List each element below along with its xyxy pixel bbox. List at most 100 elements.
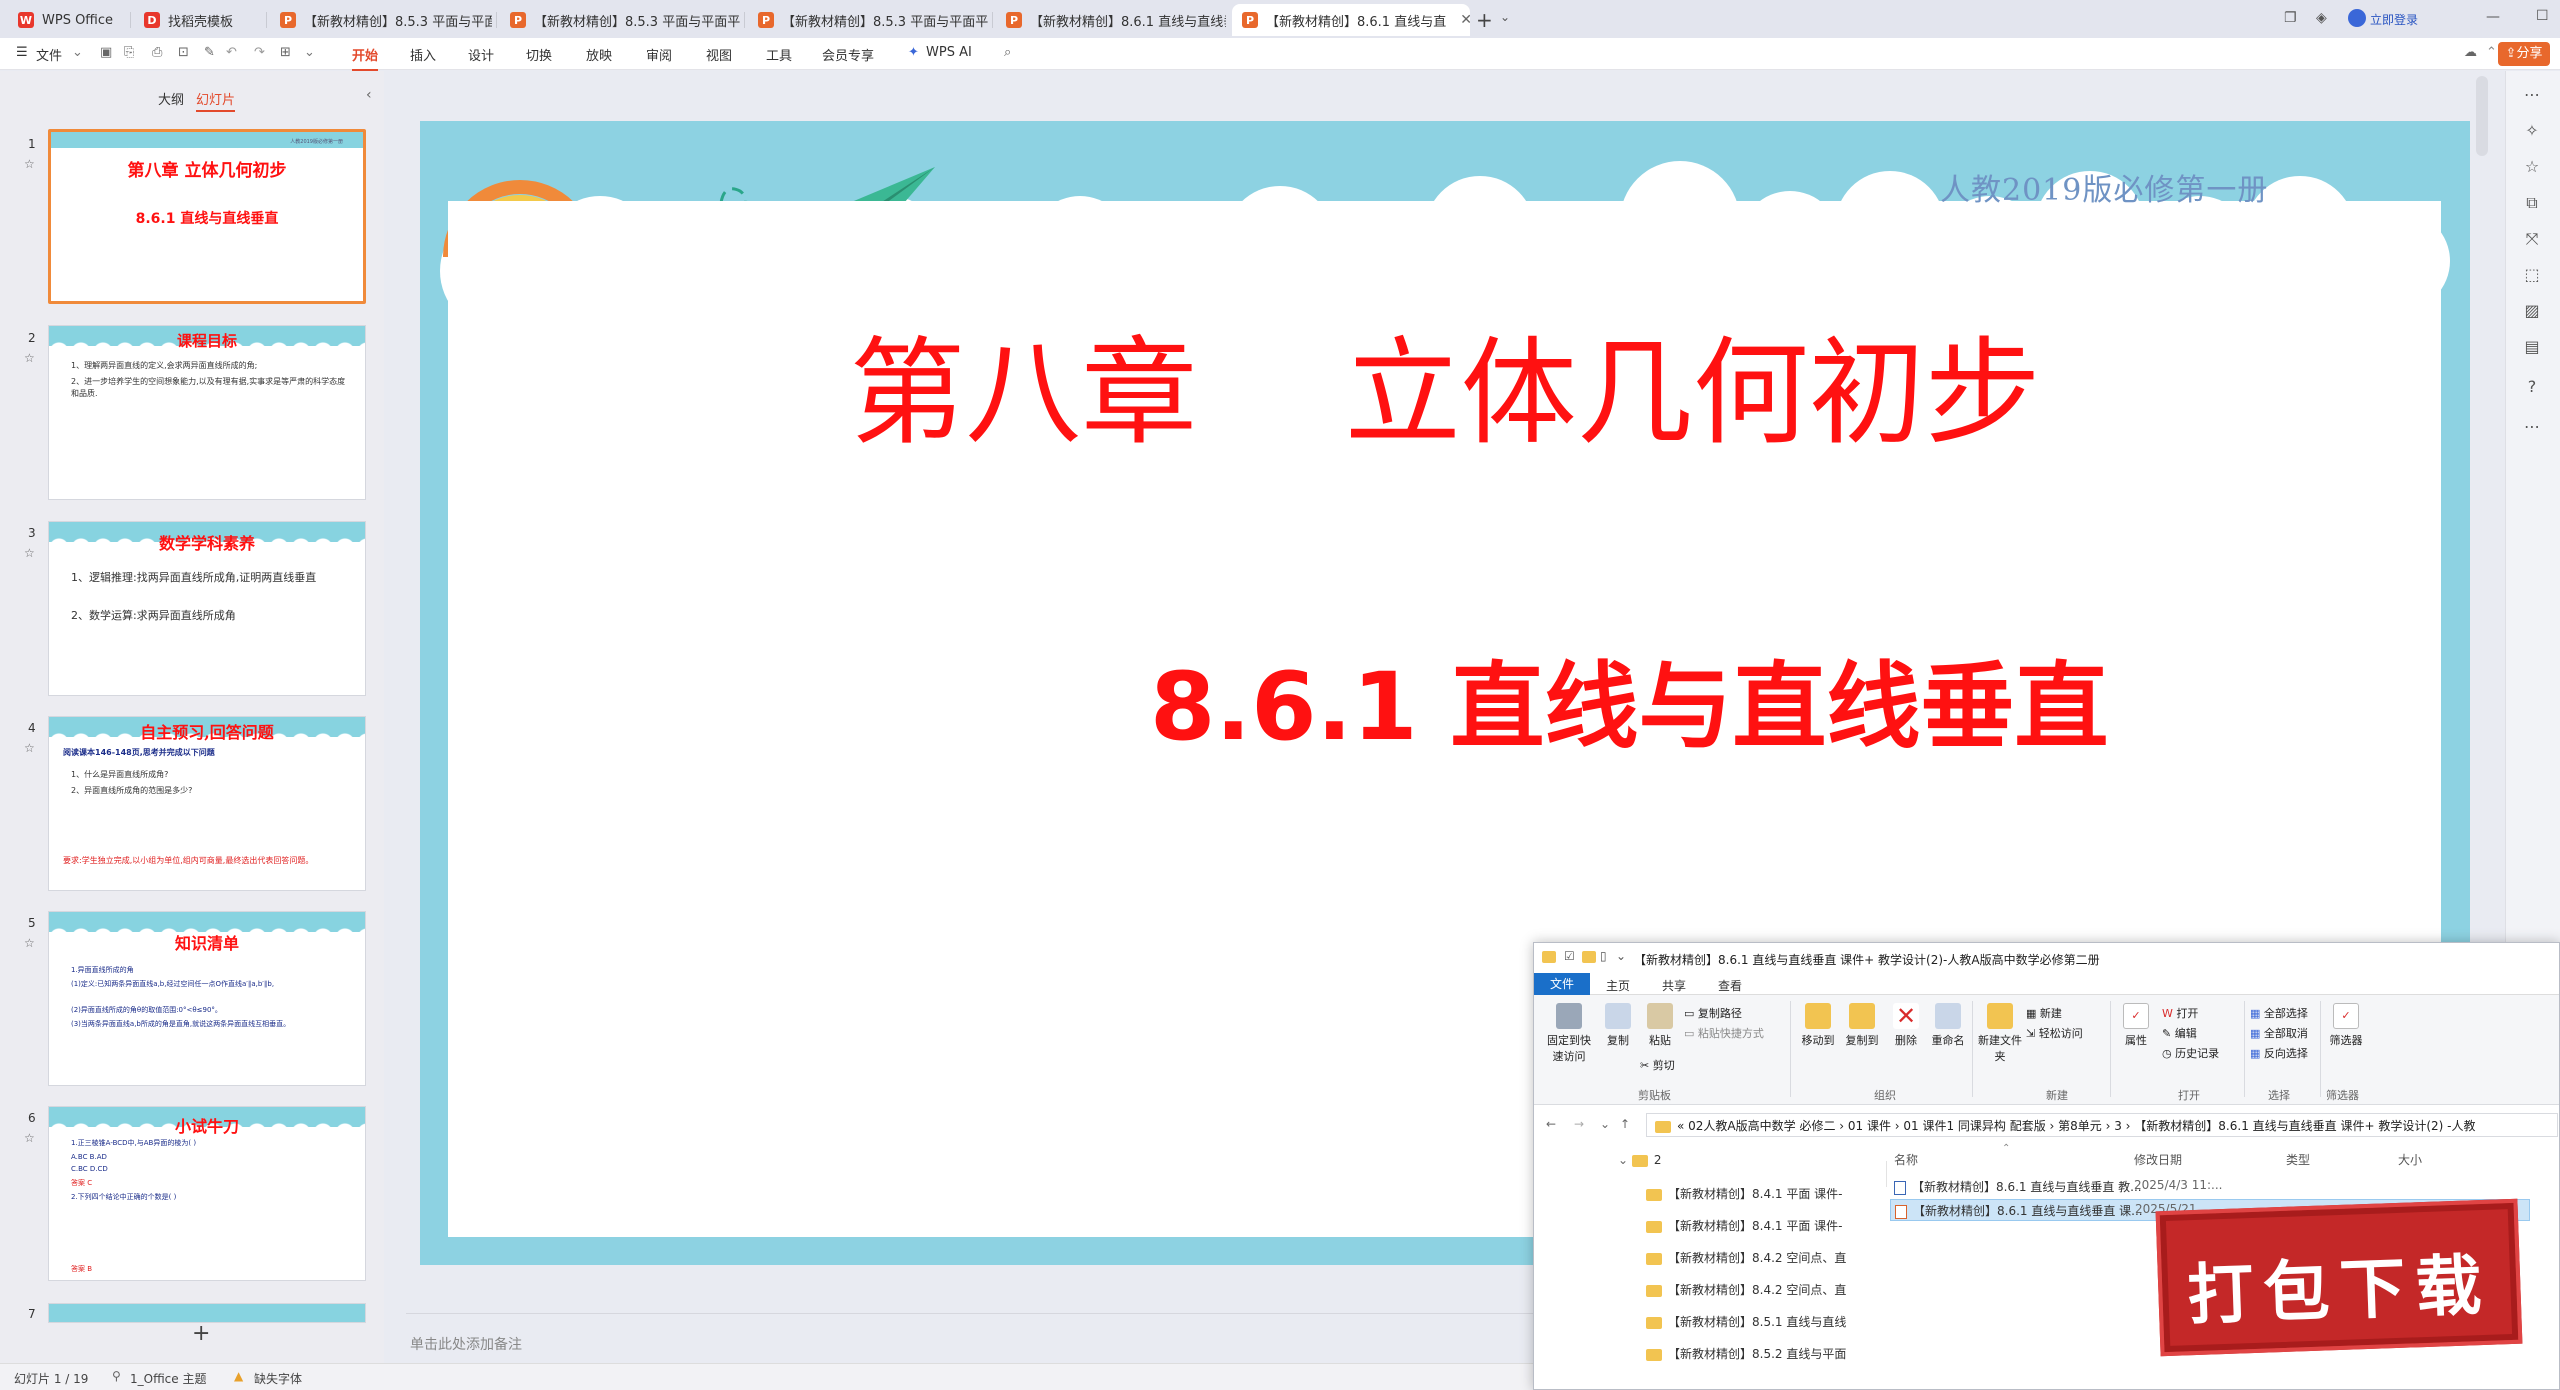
overflow-icon[interactable]: ⋯ [2522,417,2542,437]
menu-wps-ai[interactable]: WPS AI [926,45,972,60]
easy-access-button[interactable]: ⇲ 轻松访问 [2026,1025,2083,1041]
tab-slides[interactable]: 幻灯片 [196,89,236,112]
select-all-button[interactable]: ▦ 全部选择 [2250,1005,2308,1021]
redo-icon[interactable]: ↷ [254,45,265,60]
undo-icon[interactable]: ↶ [226,45,237,60]
more-icon[interactable]: ⋯ [2522,85,2542,105]
collapse-panel-icon[interactable]: ‹ [366,87,372,103]
menu-member[interactable]: 会员专享 [822,45,874,64]
menu-file[interactable]: 文件 [36,45,62,64]
copy-to-button[interactable]: 复制到 [1840,1003,1884,1048]
transform-icon[interactable]: ⤧ [2522,229,2542,249]
slide-title[interactable]: 第八章 立体几何初步 [420,299,2470,467]
tools-icon[interactable]: ✧ [2522,121,2542,141]
back-icon[interactable]: ← [1546,1117,1556,1131]
tab-doc-active[interactable]: P 【新教材精创】8.6.1 直线与直 ✕ [1232,4,1470,36]
address-bar[interactable]: « 02人教A版高中数学 必修二 › 01 课件 › 01 课件1 同课异构 配… [1646,1113,2558,1137]
tab-doc-4[interactable]: P【新教材精创】8.6.1 直线与直线垂直 [996,4,1226,36]
slide-subtitle[interactable]: 8.6.1 直线与直线垂直 [1150,631,2108,767]
slide-thumbnail-7[interactable] [48,1303,366,1323]
tab-doc-3[interactable]: P 【新教材精创】8.5.3 平面与平面平行 [748,4,988,36]
new-tab-button[interactable]: + [1476,8,1493,32]
file-dropdown-icon[interactable]: ⌄ [72,45,83,60]
maximize-icon[interactable]: ☐ [2536,8,2549,24]
layout-icon[interactable]: ▤ [2522,337,2542,357]
new-item-button[interactable]: ▦ 新建 [2026,1005,2062,1021]
shapes-icon[interactable]: ⬚ [2522,265,2542,285]
filter-button[interactable]: ✓ 筛选器 [2326,1003,2366,1048]
menu-tools[interactable]: 工具 [766,45,792,64]
slide-thumbnail-1[interactable]: 人教2019版必修第一册 第八章 立体几何初步 8.6.1 直线与直线垂直 [48,129,366,304]
tree-item[interactable]: 【新教材精创】8.5.1 直线与直线 [1646,1313,1866,1330]
menu-design[interactable]: 设计 [468,45,494,64]
pin-button[interactable]: 固定到快速访问 [1542,1003,1596,1064]
menu-review[interactable]: 审阅 [646,45,672,64]
explorer-tab-view[interactable]: 查看 [1718,977,1742,994]
new-folder-quick-icon[interactable] [1582,951,1596,963]
avatar[interactable] [2348,9,2366,27]
select-none-button[interactable]: ▦ 全部取消 [2250,1025,2308,1041]
slide-thumbnail-4[interactable]: 自主预习,回答问题 阅读课本146-148页,思考并完成以下问题 1、什么是异面… [48,716,366,891]
column-name[interactable]: 名称 [1894,1151,1918,1168]
print-preview-icon[interactable]: ⊡ [178,45,189,60]
tab-outline[interactable]: 大纲 [158,89,184,108]
tree-item[interactable]: 【新教材精创】8.4.1 平面 课件- [1646,1185,1866,1202]
tab-wps-office[interactable]: W WPS Office [8,4,128,36]
explorer-tab-file[interactable]: 文件 [1534,973,1590,995]
explorer-tab-home[interactable]: 主页 [1606,977,1630,994]
slide-tag[interactable]: 人教2019版必修第一册 [1940,165,2268,209]
column-date[interactable]: 修改日期 [2134,1151,2182,1168]
tree-item[interactable]: 【新教材精创】8.4.1 平面 课件- [1646,1217,1866,1234]
rename-button[interactable]: 重命名 [1928,1003,1968,1048]
skin-icon[interactable]: ◈ [2316,10,2327,26]
clipboard-quick-icon[interactable]: ▯ [1600,949,1607,963]
delete-button[interactable]: ✕ 删除 [1886,1003,1926,1048]
star-icon[interactable]: ☆ [24,157,35,171]
menu-slideshow[interactable]: 放映 [586,45,612,64]
tree-item[interactable]: ⌄ 2 [1618,1153,1662,1167]
tree-item[interactable]: 【新教材精创】8.4.2 空间点、直 [1646,1249,1866,1266]
column-size[interactable]: 大小 [2398,1151,2422,1168]
collapse-ribbon-icon[interactable]: ⌃ [2486,45,2497,60]
paste-button[interactable]: 粘贴 [1640,1003,1680,1048]
star-icon[interactable]: ☆ [24,546,35,560]
missing-fonts[interactable]: 缺失字体 [254,1370,302,1387]
copy-path-button[interactable]: ▭ 复制路径 [1684,1005,1742,1021]
cloud-sync-icon[interactable]: ☁ [2464,45,2477,60]
forward-icon[interactable]: → [1574,1117,1584,1131]
format-painter-icon[interactable]: ✎ [204,45,215,60]
notes-placeholder[interactable]: 单击此处添加备注 [410,1334,522,1354]
recent-dropdown-icon[interactable]: ⌄ [1600,1117,1610,1131]
close-tab-icon[interactable]: ✕ [1460,12,1470,28]
star-icon[interactable]: ☆ [24,351,35,365]
help-icon[interactable]: ? [2522,377,2542,397]
slide-thumbnail-2[interactable]: 课程目标 1、理解两异面直线的定义,会求两异面直线所成的角; 2、进一步培养学生… [48,325,366,500]
tab-docer[interactable]: D 找稻壳模板 [134,4,264,36]
favorites-icon[interactable]: ☆ [2522,157,2542,177]
add-slide-button[interactable]: + [192,1321,210,1346]
share-button[interactable]: ⇪分享 [2498,42,2550,66]
edit-button[interactable]: ✎ 编辑 [2162,1025,2197,1041]
slide-thumbnail-3[interactable]: 数学学科素养 1、逻辑推理:找两异面直线所成角,证明两直线垂直 2、数学运算:求… [48,521,366,696]
scrollbar[interactable] [2476,76,2488,156]
quick-access-dropdown-icon[interactable]: ⌄ [304,45,315,60]
open-button[interactable]: W 打开 [2162,1005,2198,1021]
invert-selection-button[interactable]: ▦ 反向选择 [2250,1045,2308,1061]
tab-list-chevron-icon[interactable]: ⌄ [1500,10,1510,24]
search-icon[interactable]: ⌕ [1004,45,1011,60]
menu-view[interactable]: 视图 [706,45,732,64]
star-icon[interactable]: ☆ [24,741,35,755]
slide-thumbnail-6[interactable]: 小试牛刀 1.正三棱锥A-BCD中,与AB异面的棱为( ) A.BC B.AD … [48,1106,366,1281]
properties-quick-icon[interactable]: ☑ [1564,949,1575,963]
paste-shortcut-button[interactable]: ▭ 粘贴快捷方式 [1684,1025,1764,1041]
export-pdf-icon[interactable]: ⎘ [124,45,134,60]
save-icon[interactable]: ▣ [100,45,112,60]
menu-transitions[interactable]: 切换 [526,45,552,64]
tree-item[interactable]: 【新教材精创】8.5.2 直线与平面 [1646,1345,1866,1362]
slide-thumbnail-5[interactable]: 知识清单 1.异面直线所成的角 (1)定义:已知两条异面直线a,b,经过空间任一… [48,911,366,1086]
properties-button[interactable]: ✓ 属性 [2116,1003,2156,1048]
login-link[interactable]: 立即登录 [2370,11,2418,28]
menu-insert[interactable]: 插入 [410,45,436,64]
copy-icon[interactable]: ⧉ [2522,193,2542,213]
download-stamp-button[interactable]: 打包下载 [2155,1198,2523,1357]
